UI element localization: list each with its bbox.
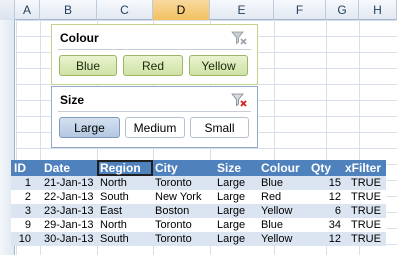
cell-size: Large [217, 219, 246, 231]
column-header-a[interactable]: A [15, 0, 40, 20]
cell-region: South [100, 191, 129, 203]
slicer-title: Colour [60, 31, 99, 45]
slicer-item-small[interactable]: Small [190, 117, 249, 138]
cell-city: New York [155, 191, 202, 203]
header-date[interactable]: Date [44, 160, 96, 176]
slicer-item-yellow[interactable]: Yellow [189, 55, 248, 76]
header-city[interactable]: City [155, 160, 215, 176]
column-header-e[interactable]: E [210, 0, 274, 20]
size-slicer: Size Large Medium Small [51, 86, 258, 148]
header-colour[interactable]: Colour [261, 160, 313, 176]
cell-size: Large [217, 177, 246, 189]
cell-colour: Yellow [261, 233, 293, 245]
slicer-item-medium[interactable]: Medium [125, 117, 185, 138]
cell-xfilter: TRUE [351, 233, 381, 245]
column-header-f[interactable]: F [274, 0, 326, 20]
column-header-bar: A B C D E F G H [0, 0, 397, 20]
cell-city: Toronto [155, 233, 192, 245]
cell-colour: Yellow [261, 205, 293, 217]
column-header-b[interactable]: B [40, 0, 97, 20]
slicer-divider [58, 111, 251, 112]
cell-xfilter: TRUE [351, 205, 381, 217]
cell-qty: 15 [328, 177, 341, 189]
cell-size: Large [217, 233, 246, 245]
slicer-item-blue[interactable]: Blue [59, 55, 117, 76]
header-id[interactable]: ID [14, 160, 40, 176]
table-row[interactable]: 10 30-Jan-13 South Toronto Large Yellow … [11, 232, 386, 246]
cell-region: East [100, 205, 123, 217]
select-all-corner[interactable] [0, 0, 15, 20]
cell-xfilter: TRUE [351, 191, 381, 203]
column-header-c[interactable]: C [97, 0, 153, 20]
table-header-row: ID Date Region City Size Colour Qty xFil… [11, 160, 386, 176]
cell-qty: 6 [334, 205, 341, 217]
cell-region: South [100, 233, 129, 245]
cell-id: 9 [24, 219, 31, 231]
colour-slicer: Colour Blue Red Yellow [51, 24, 258, 85]
cell-id: 10 [18, 233, 31, 245]
cell-colour: Blue [261, 177, 284, 189]
column-header-h[interactable]: H [359, 0, 397, 20]
cell-size: Large [217, 191, 246, 203]
cell-qty: 34 [328, 219, 341, 231]
header-size[interactable]: Size [217, 160, 261, 176]
cell-city: Toronto [155, 219, 192, 231]
cell-qty: 12 [328, 191, 341, 203]
cell-xfilter: TRUE [351, 177, 381, 189]
header-region[interactable]: Region [97, 160, 153, 176]
table-row[interactable]: 3 23-Jan-13 East Boston Large Yellow 6 T… [11, 204, 386, 218]
cell-date: 22-Jan-13 [44, 191, 94, 203]
cell-city: Toronto [155, 177, 192, 189]
cell-id: 1 [24, 177, 31, 189]
clear-filter-active-icon[interactable] [231, 93, 247, 107]
data-table: ID Date Region City Size Colour Qty xFil… [11, 160, 386, 246]
cell-colour: Red [261, 191, 282, 203]
column-header-d[interactable]: D [153, 0, 210, 20]
cell-qty: 12 [328, 233, 341, 245]
cell-xfilter: TRUE [351, 219, 381, 231]
cell-size: Large [217, 205, 246, 217]
cell-date: 29-Jan-13 [44, 219, 94, 231]
slicer-title: Size [60, 93, 85, 107]
cell-region: North [100, 177, 127, 189]
cell-city: Boston [155, 205, 190, 217]
cell-id: 3 [24, 205, 31, 217]
cell-colour: Blue [261, 219, 284, 231]
table-row[interactable]: 2 22-Jan-13 South New York Large Red 12 … [11, 190, 386, 204]
table-row[interactable]: 1 21-Jan-13 North Toronto Large Blue 15 … [11, 176, 386, 190]
cell-date: 21-Jan-13 [44, 177, 94, 189]
cell-id: 2 [24, 191, 31, 203]
header-qty[interactable]: Qty [311, 160, 343, 176]
cell-date: 23-Jan-13 [44, 205, 94, 217]
cell-region: North [100, 219, 127, 231]
slicer-item-red[interactable]: Red [123, 55, 183, 76]
header-xfilter[interactable]: xFilter [345, 160, 385, 176]
column-header-g[interactable]: G [326, 0, 359, 20]
slicer-item-large[interactable]: Large [59, 117, 120, 138]
slicer-divider [58, 49, 251, 50]
table-row[interactable]: 9 29-Jan-13 North Toronto Large Blue 34 … [11, 218, 386, 232]
cell-date: 30-Jan-13 [44, 233, 94, 245]
clear-filter-icon[interactable] [231, 31, 247, 45]
